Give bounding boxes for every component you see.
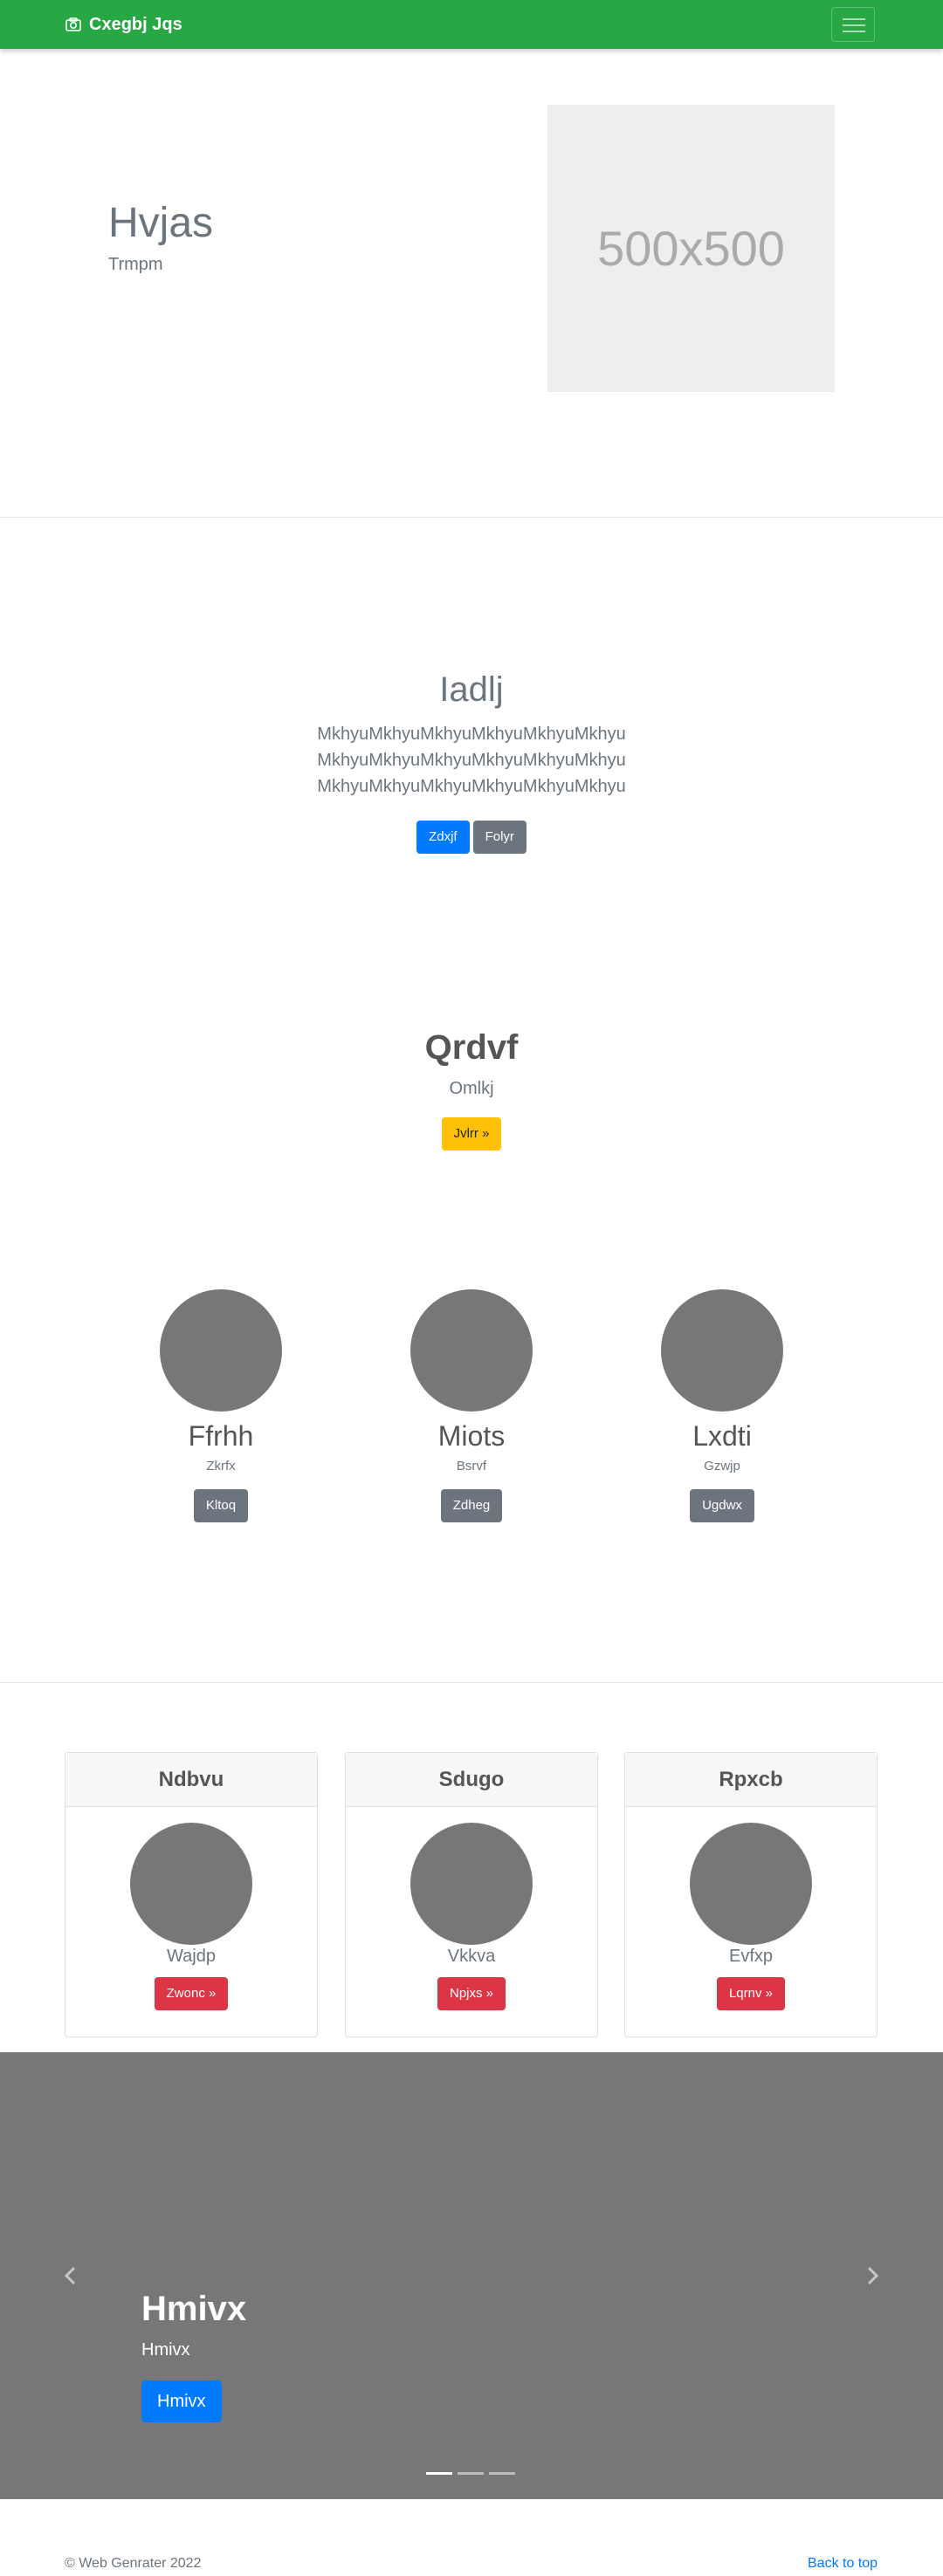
jumbotron-subtitle: Omlkj [449,1079,494,1098]
card: Sdugo Vkkva Npjxs » [345,1752,598,2037]
menu-icon-bar [843,24,865,26]
card-button[interactable]: Zwonc » [154,1977,229,2010]
avatar [130,1823,252,1945]
carousel-indicator[interactable] [458,2472,484,2475]
text-line: MkhyuMkhyuMkhyuMkhyuMkhyuMkhyu [317,777,626,796]
hero-title: Hvjas [108,200,214,246]
section-divider [0,1682,943,1683]
chevron-left-icon[interactable] [61,2263,79,2289]
text-line: MkhyuMkhyuMkhyuMkhyuMkhyuMkhyu [317,725,626,744]
carousel-indicator[interactable] [426,2472,452,2475]
card-header: Rpxcb [625,1753,877,1807]
section-title: Iadlj [439,670,504,709]
profile-name: Lxdti [692,1420,752,1452]
secondary-button[interactable]: Folyr [472,821,527,854]
carousel: Hmivx Hmivx Hmivx [0,2052,943,2499]
carousel-caption-title: Hmivx [141,2290,247,2328]
card-text: Evfxp [728,1947,774,1966]
profile-subtitle: Bsrvf [456,1459,487,1473]
avatar [661,1289,783,1412]
card-text: Wajdp [167,1947,216,1966]
footer-copyright: © Web Genrater 2022 [65,2556,202,2571]
navbar: Cxegbj Jqs [0,0,943,49]
card-header: Sdugo [346,1753,597,1807]
card: Ndbvu Wajdp Zwonc » [65,1752,318,2037]
profile-button[interactable]: Zdheg [440,1489,503,1522]
carousel-button[interactable]: Hmivx [141,2380,222,2422]
jumbotron-title: Qrdvf [424,1028,519,1067]
brand-label: Cxegbj Jqs [89,15,182,34]
profile-subtitle: Zkrfx [206,1459,236,1473]
profile-subtitle: Gzwjp [704,1459,740,1473]
menu-icon-bar [843,18,865,20]
profile-button[interactable]: Ugdwx [690,1489,754,1522]
profile-item: Ffrhh Zkrfx Kltoq [116,1289,326,1522]
text-line: MkhyuMkhyuMkhyuMkhyuMkhyuMkhyu [317,751,626,770]
navbar-toggler-button[interactable] [831,7,875,42]
carousel-caption-subtitle: Hmivx [141,2340,190,2360]
back-to-top-link[interactable]: Back to top [808,2556,878,2572]
navbar-brand[interactable]: Cxegbj Jqs [65,14,182,35]
profile-button[interactable]: Kltoq [193,1489,249,1522]
chevron-right-icon[interactable] [864,2263,882,2289]
camera-icon [65,17,81,31]
profile-item: Miots Bsrvf Zdheg [367,1289,576,1522]
primary-button[interactable]: Zdxjf [416,821,470,854]
avatar [410,1289,533,1412]
card: Rpxcb Evfxp Lqrnv » [624,1752,878,2037]
profile-name: Miots [437,1420,506,1452]
section-text: MkhyuMkhyuMkhyuMkhyuMkhyuMkhyu MkhyuMkhy… [0,721,943,800]
card-header: Ndbvu [65,1753,317,1807]
card-button[interactable]: Lqrnv » [716,1977,786,2010]
card-text: Vkkva [447,1947,496,1966]
avatar [410,1823,533,1945]
jumbotron-button[interactable]: Jvlrr » [441,1117,502,1151]
card-button[interactable]: Npjxs » [437,1977,506,2010]
button-group: Zdxjf Folyr [0,821,943,854]
avatar [690,1823,812,1945]
profile-name: Ffrhh [188,1420,254,1452]
carousel-indicator[interactable] [489,2472,515,2475]
profile-item: Lxdti Gzwjp Ugdwx [617,1289,827,1522]
jumbotron-button-wrap: Jvlrr » [0,1117,943,1151]
menu-icon-bar [843,31,865,32]
hero-image-placeholder: 500x500 [547,105,835,392]
section-divider [0,517,943,518]
hero-image-label: 500x500 [597,221,785,276]
hero-subtitle: Trmpm [108,255,163,274]
carousel-indicators [426,2472,515,2475]
avatar [160,1289,282,1412]
